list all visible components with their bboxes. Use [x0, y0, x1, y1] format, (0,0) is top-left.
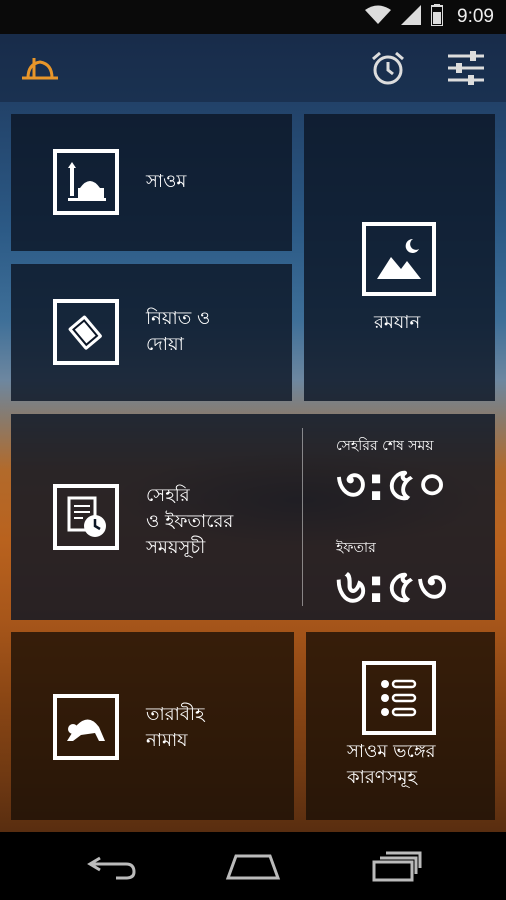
tile-ramadan-label: রমযান [374, 312, 421, 333]
tile-schedule-label-line1: সেহরি [146, 485, 190, 506]
home-icon[interactable] [224, 850, 282, 886]
tile-breakers-label-line1: সাওম ভঙ্গের [347, 741, 436, 762]
quran-book-icon [53, 299, 119, 365]
tile-sehri-iftar-schedule[interactable]: সেহরি ও ইফতারের সময়সূচী সেহরির শেষ সময়… [11, 414, 495, 620]
navigation-bar [0, 832, 506, 900]
tile-tarabi-label-line1: তারাবীহ [146, 704, 205, 725]
wifi-icon [365, 5, 392, 29]
mosque-dome-logo-icon[interactable] [20, 54, 60, 84]
tile-tarabi-label-line2: নামায [146, 730, 188, 751]
tile-saom-breakers[interactable]: সাওম ভঙ্গের কারণসমূহ [306, 632, 495, 820]
schedule-clock-icon [53, 484, 119, 550]
tile-niyat-label-line2: দোয়া [146, 334, 184, 355]
checklist-icon [362, 661, 436, 735]
crescent-landscape-icon [362, 222, 436, 296]
status-time: 9:09 [457, 6, 494, 27]
settings-sliders-icon[interactable] [446, 50, 486, 90]
tile-niyat-label-line1: নিয়াত ও [146, 308, 211, 329]
tile-saom-label: সাওম [146, 171, 187, 192]
tile-schedule-label-line3: সময়সূচী [146, 537, 206, 558]
tile-saom[interactable]: সাওম [11, 114, 292, 251]
back-icon[interactable] [86, 850, 138, 886]
tile-ramadan[interactable]: রমযান [304, 114, 495, 401]
tile-tarabi-namaz[interactable]: তারাবীহ নামায [11, 632, 294, 820]
tile-schedule-label-line2: ও ইফতারের [146, 511, 234, 532]
sehri-end-time: ৩:৫০ [336, 457, 449, 511]
battery-icon [430, 4, 445, 30]
mosque-icon [53, 149, 119, 215]
schedule-divider [302, 428, 303, 606]
iftar-time: ৬:৫৩ [336, 559, 449, 613]
action-bar [0, 34, 506, 102]
tile-niyat-doa[interactable]: নিয়াত ও দোয়া [11, 264, 292, 401]
recent-apps-icon[interactable] [370, 850, 424, 886]
alarm-clock-icon[interactable] [370, 50, 406, 90]
prayer-prostration-icon [53, 694, 119, 760]
tile-breakers-label-line2: কারণসমূহ [347, 767, 417, 788]
signal-icon [401, 5, 422, 29]
status-bar: 9:09 [0, 0, 506, 34]
